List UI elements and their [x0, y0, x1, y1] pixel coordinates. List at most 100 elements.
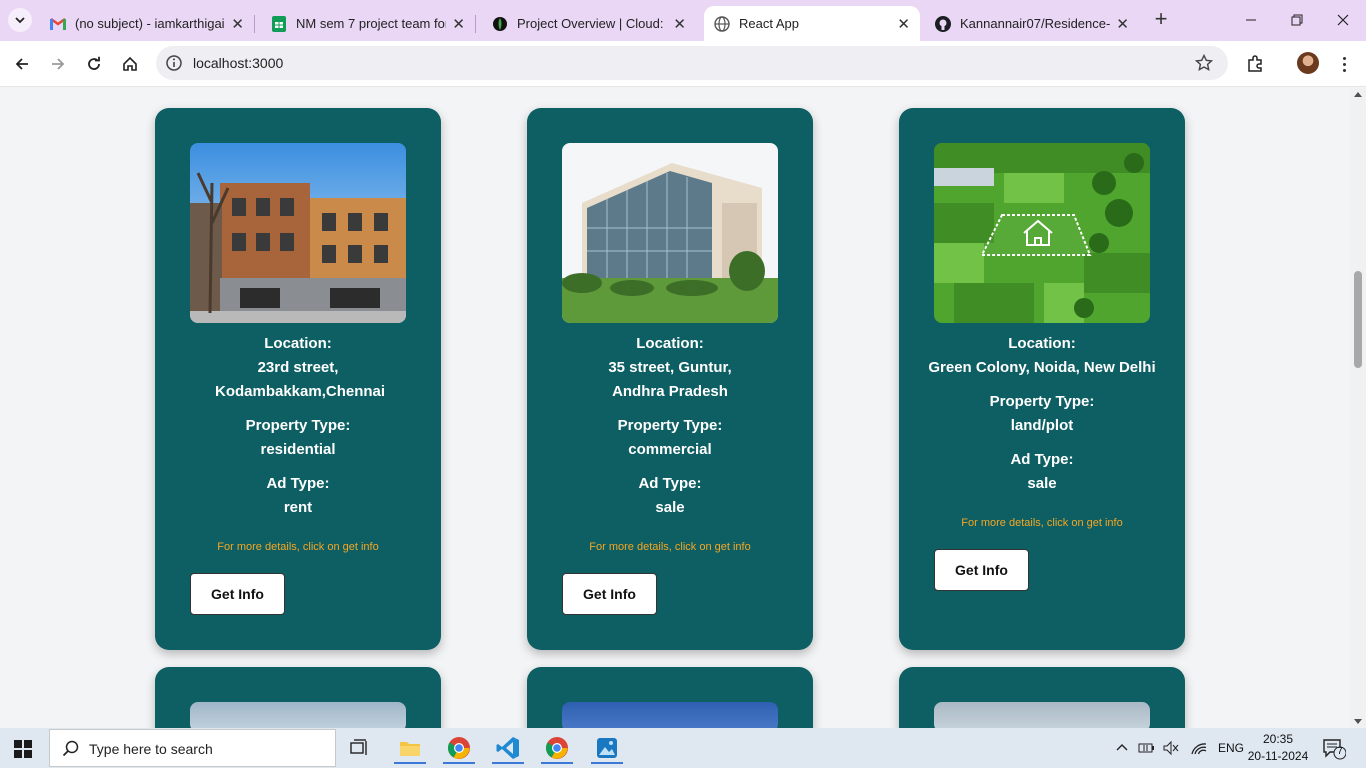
sheets-icon [271, 15, 287, 32]
minimize-icon [1246, 19, 1256, 21]
more-details-hint: For more details, click on get info [589, 541, 751, 553]
forward-button[interactable] [45, 51, 71, 77]
gmail-icon [50, 16, 66, 32]
tab-sheets[interactable]: NM sem 7 project team form ✕ [261, 6, 476, 41]
clock-time: 20:35 [1262, 732, 1294, 746]
task-view-button[interactable] [344, 732, 376, 764]
address-bar[interactable]: localhost:3000 [156, 46, 1228, 80]
github-icon [935, 15, 951, 32]
restore-icon [1291, 14, 1303, 26]
notification-count: 7 [1337, 746, 1343, 757]
active-indicator [394, 762, 426, 764]
ad-type-value: sale [1027, 475, 1057, 492]
puzzle-icon [1248, 55, 1262, 72]
page-scrollbar[interactable] [1350, 88, 1366, 728]
property-photo [934, 702, 1150, 728]
reload-button[interactable] [81, 51, 107, 77]
restore-button[interactable] [1274, 0, 1320, 40]
folder-icon [400, 742, 420, 756]
more-details-hint: For more details, click on get info [217, 541, 379, 553]
get-info-button[interactable]: Get Info [562, 573, 657, 615]
location-label: Location: [636, 335, 704, 352]
tab-react-app[interactable]: React App ✕ [704, 6, 920, 41]
tab-close-icon[interactable]: ✕ [231, 15, 244, 33]
active-indicator [443, 762, 475, 764]
property-type-label: Property Type: [617, 417, 723, 434]
home-icon [123, 56, 137, 71]
browser-toolbar: localhost:3000 [0, 41, 1366, 87]
reload-icon [88, 56, 100, 70]
tab-close-icon[interactable]: ✕ [452, 15, 465, 33]
close-icon [1337, 14, 1349, 26]
search-placeholder: Type here to search [89, 741, 213, 757]
chrome-button[interactable] [443, 732, 475, 764]
taskbar-search[interactable]: Type here to search [49, 729, 336, 767]
wifi-icon[interactable] [1190, 740, 1208, 756]
battery-plug-icon[interactable] [1138, 740, 1156, 756]
back-button[interactable] [9, 51, 35, 77]
chrome-icon [448, 737, 470, 759]
property-card: Location: 35 street, Guntur, Andhra Prad… [527, 108, 813, 650]
bookmark-star-icon[interactable] [1194, 53, 1214, 73]
location-value: 35 street, Guntur, Andhra Pradesh [608, 359, 732, 400]
chevron-up-icon[interactable] [1114, 740, 1130, 756]
property-details: Location: 23rd street, Kodambakkam,Chenn… [165, 332, 431, 554]
property-details: Location: Green Colony, Noida, New Delhi… [909, 332, 1175, 530]
tab-title: NM sem 7 project team form [296, 16, 447, 31]
chrome-icon [546, 737, 568, 759]
clock-date: 20-11-2024 [1247, 749, 1309, 763]
ad-type-label: Ad Type: [1010, 451, 1074, 468]
start-button[interactable] [14, 740, 32, 758]
get-info-button[interactable]: Get Info [190, 573, 285, 615]
notification-center-button[interactable]: 7 [1322, 738, 1347, 760]
vscode-button[interactable] [492, 732, 524, 764]
profile-avatar[interactable] [1297, 52, 1319, 74]
tab-search-button[interactable] [8, 8, 32, 32]
tab-close-icon[interactable]: ✕ [673, 15, 686, 33]
tab-gmail[interactable]: (no subject) - iamkarthigaika ✕ [40, 6, 255, 41]
tab-title: Project Overview | Cloud: M [517, 16, 668, 31]
chevron-down-icon [15, 17, 25, 24]
property-card: Location: 23rd street, Kodambakkam,Chenn… [155, 108, 441, 650]
site-info-icon[interactable] [164, 53, 184, 73]
property-type-value: residential [260, 441, 336, 458]
taskbar-clock[interactable]: 20:35 20-11-2024 [1240, 731, 1316, 765]
browser-menu-button[interactable] [1335, 51, 1353, 77]
url-text: localhost:3000 [193, 55, 284, 71]
tab-mongodb[interactable]: Project Overview | Cloud: M ✕ [482, 6, 696, 41]
tab-title: Kannannair07/Residence-Au [960, 16, 1111, 31]
chrome-profile-button[interactable] [541, 732, 573, 764]
property-type-value: land/plot [1010, 417, 1074, 434]
speaker-muted-icon[interactable] [1162, 740, 1180, 756]
scrollbar-thumb[interactable] [1354, 271, 1362, 368]
get-info-button[interactable]: Get Info [934, 549, 1029, 591]
photos-icon [597, 738, 617, 758]
home-button[interactable] [117, 51, 143, 77]
property-card [155, 667, 441, 728]
scroll-up-arrow[interactable] [1354, 92, 1362, 97]
minimize-button[interactable] [1228, 0, 1274, 40]
photos-button[interactable] [591, 732, 623, 764]
tab-strip: (no subject) - iamkarthigaika ✕ NM sem 7… [0, 0, 1366, 41]
property-type-value: commercial [628, 441, 712, 458]
property-photo [562, 702, 778, 728]
file-explorer-button[interactable] [394, 732, 426, 764]
tab-close-icon[interactable]: ✕ [1116, 15, 1129, 33]
close-window-button[interactable] [1320, 0, 1366, 40]
property-card: Location: Green Colony, Noida, New Delhi… [899, 108, 1185, 650]
globe-icon [714, 15, 730, 32]
new-tab-button[interactable]: + [1150, 8, 1172, 32]
property-photo [190, 702, 406, 728]
windows-taskbar: Type here to search ENG 20:35 20-11-2024… [0, 728, 1366, 768]
tab-separator [254, 15, 255, 33]
system-tray: ENG [1114, 728, 1244, 768]
more-details-hint: For more details, click on get info [961, 517, 1123, 529]
property-type-label: Property Type: [989, 393, 1095, 410]
extensions-button[interactable] [1242, 51, 1268, 77]
green-plot-photo [934, 143, 1150, 323]
scroll-down-arrow[interactable] [1354, 719, 1362, 724]
tab-github[interactable]: Kannannair07/Residence-Au ✕ [925, 6, 1139, 41]
location-value: 23rd street, Kodambakkam,Chennai [215, 359, 386, 400]
tab-close-icon[interactable]: ✕ [897, 15, 910, 33]
tab-title: React App [739, 16, 799, 31]
